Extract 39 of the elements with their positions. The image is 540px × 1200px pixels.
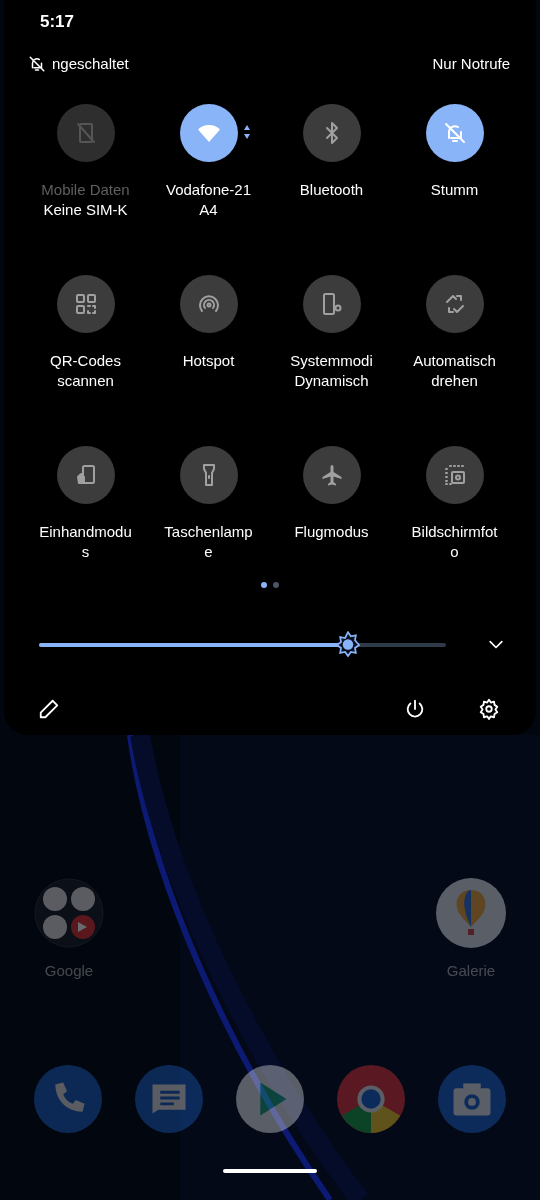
balloon-app-icon[interactable]: [436, 878, 506, 948]
tile-label: Bildschirmfot o: [411, 522, 498, 562]
home-indicator[interactable]: [223, 1168, 317, 1173]
tile-label: Vodafone-21 A4: [165, 180, 252, 220]
bell-off-icon: [442, 121, 467, 145]
tile-label: Stumm: [430, 180, 479, 200]
edit-button[interactable]: [38, 698, 60, 720]
tile-label: Automatisch drehen: [413, 351, 496, 391]
chrome-app-icon[interactable]: [337, 1064, 405, 1133]
tile-label: Mobile Daten: [41, 180, 130, 200]
settings-icon: [478, 698, 500, 720]
ringer-status: ngeschaltet: [52, 53, 129, 74]
messages-app-icon[interactable]: [135, 1064, 203, 1133]
tile-subtitle: Keine SIM-K: [43, 200, 128, 220]
tile-label: Hotspot: [182, 351, 235, 371]
phone-app-icon[interactable]: [34, 1064, 102, 1133]
camera-app-icon[interactable]: [438, 1064, 506, 1133]
tile-toggle[interactable]: [179, 104, 238, 162]
settings-button[interactable]: [478, 698, 500, 720]
qr-scan-icon: [73, 292, 98, 316]
tile-label: Systemmodi Dynamisch: [290, 351, 373, 391]
tile-label: Taschenlamp e: [164, 522, 253, 562]
play-store-app-icon[interactable]: [236, 1064, 304, 1133]
pencil-icon: [38, 698, 60, 720]
power-icon: [404, 698, 426, 720]
tile-label: Bluetooth: [299, 180, 364, 200]
power-button[interactable]: [404, 698, 426, 720]
screenshot-icon: [442, 463, 467, 487]
tile-label: Flugmodus: [294, 522, 369, 542]
app-label: Galerie: [446, 961, 496, 981]
status-time: 5:17: [40, 10, 75, 33]
tile-label: QR-Codes scannen: [50, 351, 121, 391]
app-label: Google: [44, 961, 94, 981]
tile-toggle[interactable]: [425, 104, 484, 162]
bell-off-icon: [28, 55, 46, 73]
app-folder-icon[interactable]: [34, 878, 104, 948]
brightness-slider[interactable]: [39, 630, 446, 660]
tile-label: Einhandmodu s: [39, 522, 132, 562]
network-status: Nur Notrufe: [432, 53, 510, 74]
